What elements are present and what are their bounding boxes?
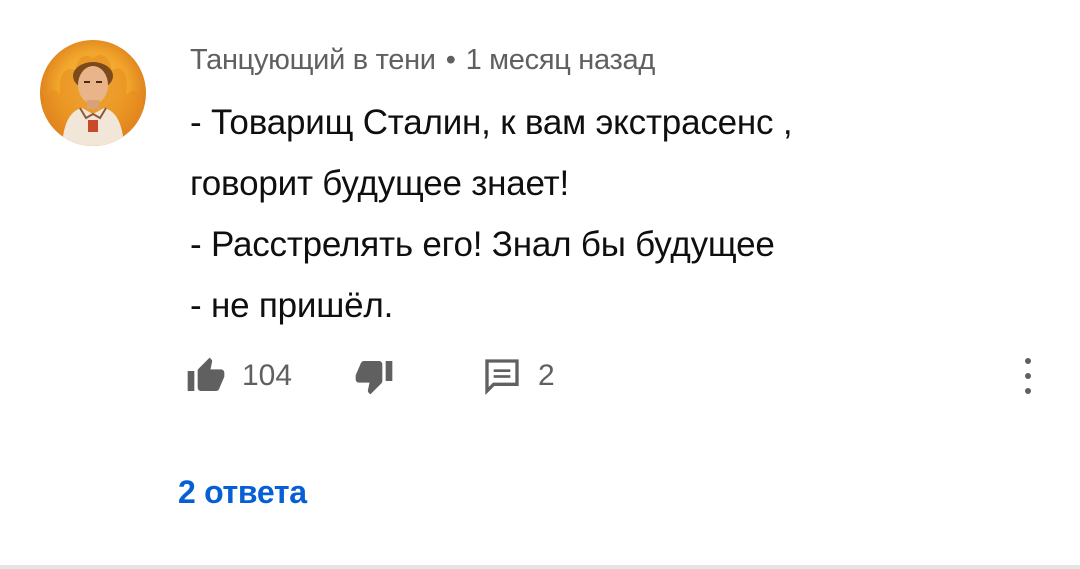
author-name[interactable]: Танцующий в тени — [190, 44, 436, 76]
view-replies-link[interactable]: 2 ответа — [178, 474, 307, 511]
comment-icon — [485, 359, 519, 396]
comment-line: - Товарищ Сталин, к вам экстрасенс , — [190, 103, 793, 142]
dislike-button[interactable] — [354, 352, 394, 400]
user-avatar[interactable] — [40, 40, 146, 146]
comment-text: - Товарищ Сталин, к вам экстрасенс , гов… — [190, 92, 1010, 336]
comment-line: - не пришёл. — [190, 286, 394, 325]
comment-line: говорит будущее знает! — [190, 164, 569, 203]
avatar-image — [40, 54, 146, 146]
thumb-up-icon — [187, 357, 225, 391]
like-button[interactable]: 104 — [186, 352, 292, 400]
comment-time[interactable]: 1 месяц назад — [466, 44, 656, 76]
comment-item: Танцующий в тени • 1 месяц назад - Товарищ… — [0, 0, 1080, 566]
thumb-down-icon — [355, 361, 393, 395]
reply-count: 2 — [538, 359, 555, 392]
more-vert-icon — [1025, 358, 1031, 394]
comment-line: - Расстрелять его! Знал бы будущее — [190, 225, 775, 264]
like-count: 104 — [242, 359, 293, 392]
comment-meta: Танцующий в тени • 1 месяц назад — [190, 44, 655, 77]
reply-button[interactable]: 2 — [482, 352, 555, 400]
comment-action-bar: 104 2 — [186, 352, 1056, 400]
meta-separator: • — [445, 44, 456, 76]
divider — [0, 565, 1080, 569]
more-options-button[interactable] — [1018, 354, 1038, 398]
